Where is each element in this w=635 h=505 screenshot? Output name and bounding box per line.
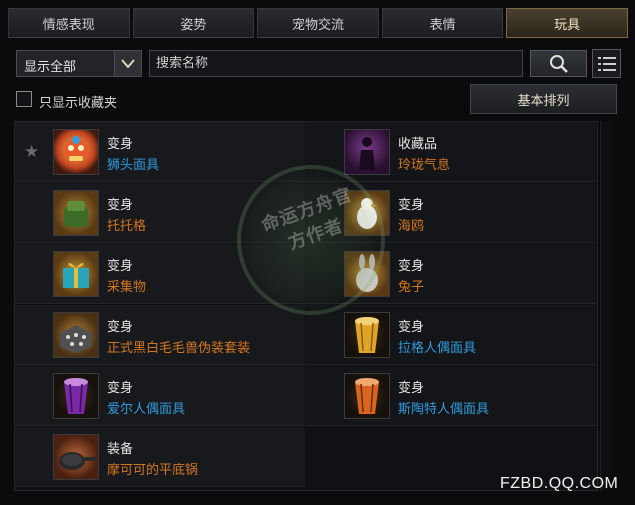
search-button[interactable] <box>530 50 587 77</box>
search-input[interactable] <box>149 50 523 77</box>
search-icon <box>549 54 568 73</box>
item-name: 拉格人偶面具 <box>398 341 477 356</box>
item-name: 托托格 <box>107 219 147 234</box>
tab-pose[interactable]: 姿势 <box>132 8 255 38</box>
item-type: 装备 <box>107 442 134 457</box>
sort-button[interactable]: 基本排列 <box>470 84 617 114</box>
tab-pet-interaction[interactable]: 宠物交流 <box>257 8 379 38</box>
item-type: 变身 <box>107 259 134 274</box>
orange-drum-mask-icon <box>344 373 390 419</box>
shadow-figure-icon <box>344 129 390 175</box>
item-type: 变身 <box>398 320 425 335</box>
list-view-button[interactable] <box>592 49 621 78</box>
item-name: 海鸥 <box>398 219 425 234</box>
item-type: 变身 <box>398 259 425 274</box>
item-name: 爱尔人偶面具 <box>107 402 186 417</box>
item-type: 变身 <box>107 381 134 396</box>
item-name: 正式黑白毛毛兽伪装套装 <box>107 341 251 356</box>
favorites-only-checkbox[interactable] <box>16 91 32 107</box>
tab-expression[interactable]: 表情 <box>381 8 504 38</box>
item-type: 变身 <box>398 198 425 213</box>
item-type: 变身 <box>398 381 425 396</box>
gift-box-icon <box>53 251 99 297</box>
item-name: 玲珑气息 <box>398 158 451 173</box>
item-type: 变身 <box>107 198 134 213</box>
list-view-icon <box>597 56 616 71</box>
filter-dropdown[interactable]: 显示全部 <box>16 50 142 77</box>
item-type: 收藏品 <box>398 137 438 152</box>
item-type: 变身 <box>107 137 134 152</box>
purple-drum-mask-icon <box>53 373 99 419</box>
item-type: 变身 <box>107 320 134 335</box>
filter-selected-value: 显示全部 <box>24 60 77 75</box>
tortoog-icon <box>53 190 99 236</box>
site-watermark: FZBD.QQ.COM <box>500 475 619 492</box>
tab-emotion[interactable]: 情感表现 <box>8 8 130 38</box>
tab-toy[interactable]: 玩具 <box>506 8 628 38</box>
item-name: 斯陶特人偶面具 <box>398 402 490 417</box>
list-item[interactable]: 收藏品 玲珑气息 <box>306 122 596 182</box>
favorite-star-icon[interactable]: ★ <box>24 142 39 162</box>
list-item[interactable]: 变身 拉格人偶面具 <box>306 305 596 365</box>
category-tabs: 情感表现 姿势 宠物交流 表情 玩具 <box>8 8 628 38</box>
item-name: 采集物 <box>107 280 147 295</box>
list-item[interactable]: 变身 正式黑白毛毛兽伪装套装 <box>15 305 305 365</box>
item-name: 摩可可的平底锅 <box>107 463 199 478</box>
item-name: 兔子 <box>398 280 425 295</box>
list-item[interactable]: 变身 斯陶特人偶面具 <box>306 366 596 426</box>
list-item[interactable]: ★ 变身 狮头面具 <box>15 122 305 182</box>
frying-pan-icon <box>53 434 99 480</box>
item-name: 狮头面具 <box>107 158 160 173</box>
yellow-drum-mask-icon <box>344 312 390 358</box>
list-scrollbar[interactable] <box>600 121 611 491</box>
favorites-only-label: 只显示收藏夹 <box>39 96 118 111</box>
list-item[interactable]: 装备 摩可可的平底锅 <box>15 427 305 487</box>
lion-mask-icon <box>53 129 99 175</box>
list-item[interactable]: 变身 爱尔人偶面具 <box>15 366 305 426</box>
chevron-down-icon[interactable] <box>114 51 141 76</box>
fur-costume-icon <box>53 312 99 358</box>
